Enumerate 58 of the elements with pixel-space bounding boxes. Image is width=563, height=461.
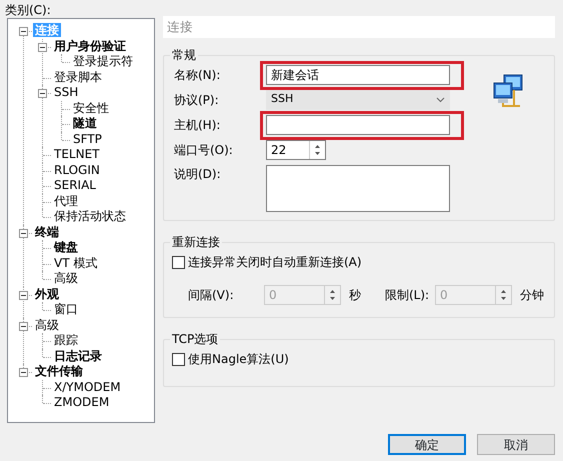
tree-item[interactable]: 高级 xyxy=(33,318,61,332)
tree-item[interactable]: TELNET xyxy=(52,147,102,161)
tree-item[interactable]: 登录脚本 xyxy=(52,70,104,84)
checkbox[interactable] xyxy=(172,352,185,366)
collapse-icon[interactable] xyxy=(19,322,28,330)
caret-icon xyxy=(436,96,445,102)
tree-item[interactable]: RLOGIN xyxy=(52,162,102,176)
collapse-icon[interactable] xyxy=(19,368,28,377)
checkbox-label[interactable]: 连接异常关闭时自动重新连接(A) xyxy=(188,253,362,271)
tree-item[interactable]: 外观 xyxy=(33,286,61,300)
tree-item[interactable]: 安全性 xyxy=(71,100,111,114)
unit-label: 分钟 xyxy=(520,287,544,304)
tree-item[interactable]: SERIAL xyxy=(52,178,98,192)
checkbox-label[interactable]: 使用Nagle算法(U) xyxy=(188,350,289,368)
ok-button[interactable]: 确定 xyxy=(388,434,466,455)
port-spinbox[interactable]: 22 xyxy=(266,140,326,160)
category-label: 类别(C): xyxy=(5,2,52,18)
group-title: TCP选项 xyxy=(171,332,220,346)
collapse-icon[interactable] xyxy=(19,228,28,238)
group-title: 重新连接 xyxy=(171,235,221,249)
collapse-icon[interactable] xyxy=(19,290,28,300)
tree-item[interactable]: 终端 xyxy=(33,224,61,238)
text-field[interactable] xyxy=(266,114,450,134)
network-computers-icon xyxy=(492,74,524,108)
field-label: 协议(P): xyxy=(174,92,220,108)
tree-item[interactable]: 高级 xyxy=(52,271,80,285)
tree-item[interactable]: 文件传输 xyxy=(33,364,85,378)
tree-item[interactable]: SSH xyxy=(52,85,80,99)
description-field[interactable] xyxy=(266,165,450,212)
protocol-dropdown[interactable]: SSH xyxy=(266,90,450,110)
tree-item[interactable]: 隧道 xyxy=(71,116,99,130)
field-label: 限制(L): xyxy=(385,287,430,304)
tree-item[interactable]: X/YMODEM xyxy=(52,380,123,394)
tree-item[interactable]: 日志记录 xyxy=(52,348,104,362)
field-label: 主机(H): xyxy=(174,116,222,134)
collapse-icon[interactable] xyxy=(38,89,47,98)
panel-title: 连接 xyxy=(163,16,555,38)
group-title: 常规 xyxy=(171,48,197,62)
collapse-icon[interactable] xyxy=(38,42,47,52)
unit-label: 秒 xyxy=(349,287,361,304)
collapse-icon[interactable] xyxy=(19,27,28,36)
tree-item[interactable]: ZMODEM xyxy=(52,395,112,409)
tree-item[interactable]: 用户身份验证 xyxy=(52,38,128,52)
tree-item[interactable]: 代理 xyxy=(52,194,80,208)
cancel-button[interactable]: 取消 xyxy=(477,434,555,455)
field-label: 名称(N): xyxy=(174,66,222,84)
field-label: 间隔(V): xyxy=(188,287,235,304)
tree-item[interactable]: VT 模式 xyxy=(52,256,100,270)
text-field[interactable]: 新建会话 xyxy=(266,64,450,84)
checkbox[interactable] xyxy=(172,256,185,268)
tree-item[interactable]: 登录提示符 xyxy=(71,54,135,68)
tree-item[interactable]: 窗口 xyxy=(52,302,80,316)
tree-item[interactable]: 键盘 xyxy=(52,240,80,254)
tree-item[interactable]: SFTP xyxy=(71,132,104,146)
tree-item[interactable]: 跟踪 xyxy=(52,333,80,347)
tree-item[interactable]: 保持活动状态 xyxy=(52,209,128,223)
field-label: 说明(D): xyxy=(174,166,222,183)
field-label: 端口号(O): xyxy=(174,142,234,158)
